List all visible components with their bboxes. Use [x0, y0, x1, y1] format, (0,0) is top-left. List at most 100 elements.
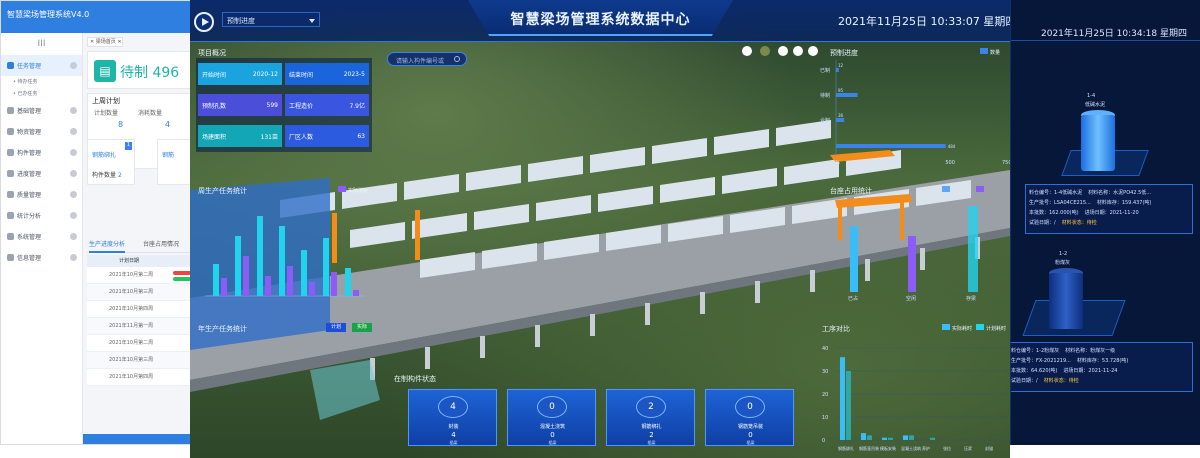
pedestal-label: 已占: [848, 295, 858, 302]
status-unit: 榀梁: [548, 440, 557, 445]
week-bar-actual: [309, 282, 315, 296]
sidebar-item[interactable]: 信息管理: [1, 247, 82, 268]
pending-card[interactable]: ▤ 待制 496: [87, 51, 199, 89]
info-cell: 材料库存：159.437(吨): [1096, 200, 1152, 206]
header-divider: [1011, 40, 1200, 41]
sidebar-item[interactable]: 系统管理: [1, 226, 82, 247]
sidebar-item-label: 任务管理: [17, 63, 42, 70]
search-placeholder: 请输入构件编号或: [396, 58, 445, 65]
collapse-icon[interactable]: [70, 254, 77, 261]
submenu-item[interactable]: • 已办任务: [1, 88, 82, 100]
pedestal-bar: [908, 236, 916, 292]
kpi-label: 开始时间: [202, 71, 227, 79]
globe-icon[interactable]: [778, 46, 788, 56]
table-row[interactable]: 2021年10月第三周: [87, 284, 199, 301]
info-cell: 生产批号：LSA04CE215...: [1029, 200, 1091, 206]
table-row[interactable]: 2021年10月第四周: [87, 369, 199, 386]
week-bar-plan: [345, 268, 351, 296]
x-tick-label: 0%: [832, 160, 840, 166]
layer-icon[interactable]: [760, 46, 770, 56]
legend-swatch: [976, 186, 984, 192]
tab-progress-analysis[interactable]: 生产进度分析: [89, 239, 126, 253]
chevron-down-icon: [309, 19, 315, 23]
progress-bar: [836, 93, 858, 97]
legend-swatch: [976, 324, 984, 330]
info-cell: 本批数：162.000(吨): [1029, 210, 1079, 216]
eye-icon[interactable]: [808, 46, 818, 56]
info-cell: 进场日期：2021-11-24: [1063, 368, 1118, 374]
area-chart-shape: [310, 360, 380, 420]
silo-info-card: 料仓编号：1-4低碱水泥 材料名称：水泥PO42.5低... 生产批号：LSA04C…: [1025, 184, 1193, 234]
submenu-item[interactable]: • 待办任务: [1, 76, 82, 88]
x-tick-label: 钢筋绑扎: [838, 445, 854, 451]
silo-1-4[interactable]: [1081, 110, 1115, 176]
table-row[interactable]: 2021年10月第二周: [87, 335, 199, 352]
status-card[interactable]: 0 混凝土浇筑 0 榀梁: [507, 389, 596, 446]
y-tick-label: 30: [822, 369, 828, 375]
info-cell: 材料状态：待检: [1061, 220, 1097, 226]
progress-bar: [836, 68, 839, 72]
table-row[interactable]: 2021年10月第二周: [87, 267, 199, 284]
status-label: 钢筋绑扎: [641, 424, 662, 430]
table-row[interactable]: 2021年10月第三周: [87, 352, 199, 369]
sidebar-item[interactable]: 进度管理: [1, 163, 82, 184]
collapse-icon[interactable]: [70, 62, 77, 69]
status-card[interactable]: 4 封装 4 榀梁: [408, 389, 497, 446]
beam-block: [660, 177, 715, 203]
tab-home[interactable]: ✕ 梁场首页 ✕: [87, 37, 123, 47]
table-row[interactable]: 2021年10月第四周: [87, 301, 199, 318]
collapse-icon[interactable]: [70, 128, 77, 135]
week-bar-plan: [213, 264, 219, 296]
hamburger-icon[interactable]: III: [1, 33, 82, 55]
play-icon[interactable]: [194, 12, 214, 32]
silo-label: 1-4: [1087, 93, 1096, 99]
view-select[interactable]: 预制进度: [222, 12, 320, 27]
rebar-card[interactable]: 1 钢筋绑扎 构件数量 2: [87, 139, 135, 185]
sidebar-item[interactable]: 任务管理: [1, 55, 82, 76]
status-card[interactable]: 0 钢筋笼吊装 0 榀梁: [705, 389, 794, 446]
silo-1-2[interactable]: [1049, 268, 1083, 334]
legend-label: 实际消耗: [348, 188, 369, 194]
x-tick-label: 750: [1002, 160, 1010, 166]
legend-label: 计划耗时: [986, 326, 1007, 332]
menu-icon: [7, 212, 14, 219]
silo-label: 1-2: [1059, 251, 1068, 257]
status-card[interactable]: 2 钢筋绑扎 2 榀梁: [606, 389, 695, 446]
x-tick-label: 封锚: [985, 445, 993, 451]
sidebar-item[interactable]: 基础管理: [1, 100, 82, 121]
collapse-icon[interactable]: [70, 149, 77, 156]
magnifier-icon[interactable]: [742, 46, 752, 56]
collapse-icon[interactable]: [70, 233, 77, 240]
tab-pedestal-usage[interactable]: 台座占用情况: [143, 239, 179, 253]
info-cell: 试验日期：/: [1011, 378, 1038, 384]
bridge-pier: [645, 303, 650, 325]
collapse-icon[interactable]: [70, 212, 77, 219]
sidebar-item[interactable]: 构件管理: [1, 142, 82, 163]
week-stats-chart: [205, 216, 365, 297]
beam-block: [404, 174, 459, 200]
status-value: 0: [748, 431, 753, 439]
collapse-icon[interactable]: [70, 191, 77, 198]
search-input[interactable]: 请输入构件编号或: [387, 52, 467, 66]
collapse-icon[interactable]: [70, 107, 77, 114]
week-stats-title: 周生产任务统计: [198, 187, 247, 195]
info-cell: 材料状态：待检: [1043, 378, 1079, 384]
info-cell: 料仓编号：1-4低碱水泥: [1029, 190, 1083, 196]
search-icon[interactable]: [454, 56, 460, 62]
pedestal-chart: 已占 空闲 存梁: [848, 206, 978, 302]
table-row[interactable]: 2021年11月第一周: [87, 318, 199, 335]
collapse-icon[interactable]: [70, 170, 77, 177]
pending-label: 待制 496: [120, 65, 180, 81]
info-row: 生产批号：FX-2021219... 材料库存：53.728(吨): [1011, 356, 1189, 366]
tablet-datetime: 2021年11月25日 10:34:18 星期四: [1041, 29, 1187, 39]
home-icon[interactable]: [793, 46, 803, 56]
work-bar-actual: [840, 357, 845, 440]
sidebar-item[interactable]: 质量管理: [1, 184, 82, 205]
week-bar-plan: [323, 238, 329, 296]
progress-label: 待制: [820, 92, 830, 99]
sidebar-item[interactable]: 物资管理: [1, 121, 82, 142]
sidebar-item[interactable]: 统计分析: [1, 205, 82, 226]
sidebar-item-label: 基础管理: [17, 108, 42, 115]
progress-bar-total: [836, 144, 946, 148]
kpi-tile: 预制孔数 599: [198, 94, 282, 116]
